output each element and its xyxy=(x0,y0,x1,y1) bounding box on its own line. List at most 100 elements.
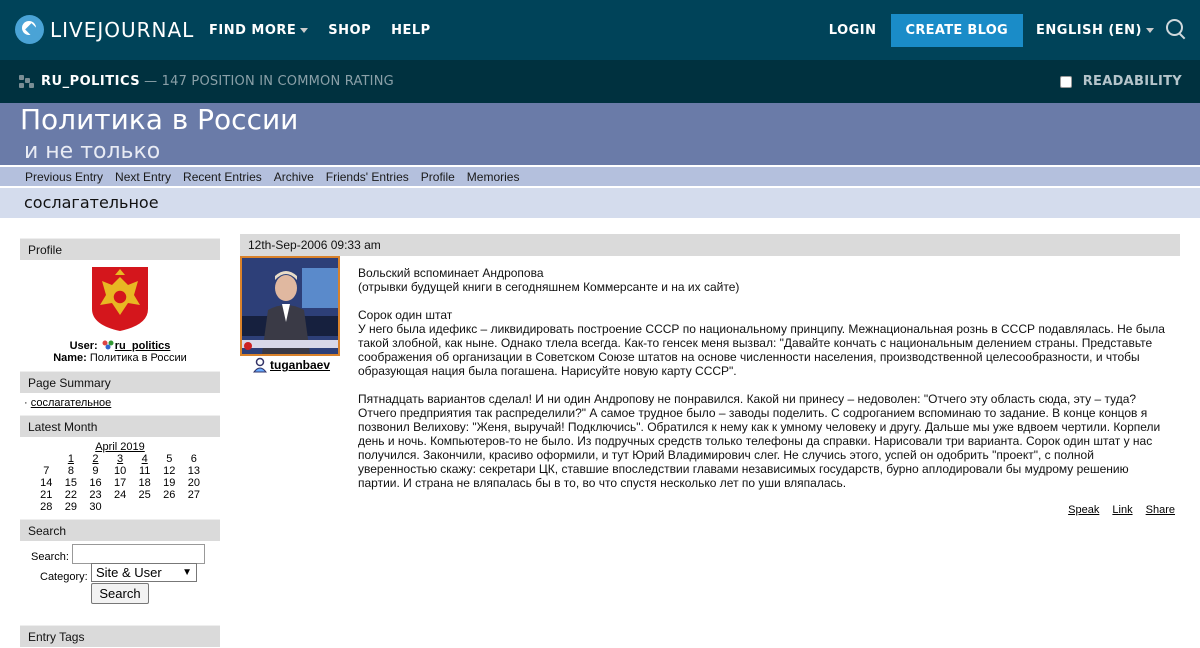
readability-label: READABILITY xyxy=(1082,74,1182,89)
entry-paragraph: Сорок один штат У него была идефикс – ли… xyxy=(358,308,1165,378)
readability-toggle[interactable]: READABILITY xyxy=(1059,60,1182,103)
userpic[interactable] xyxy=(240,256,340,356)
coat-of-arms-icon[interactable] xyxy=(90,265,150,333)
calendar-day: 5 xyxy=(166,453,173,465)
calendar-day: 7 xyxy=(43,465,50,477)
category-select[interactable]: Site & User ▼ xyxy=(91,563,197,582)
name-value: Политика в России xyxy=(89,352,187,364)
journal-name-link[interactable]: RU_POLITICS xyxy=(41,74,140,89)
calendar-day: 6 xyxy=(190,453,197,465)
calendar-day: 8 xyxy=(67,465,74,477)
search-icon[interactable] xyxy=(1166,19,1186,41)
journal-title: Политика в России xyxy=(20,103,299,136)
help-link[interactable]: HELP xyxy=(391,23,431,38)
calendar-day: 18 xyxy=(138,477,151,489)
entry-actions: Speak Link Share xyxy=(1058,504,1175,516)
journal-subtitle: и не только xyxy=(24,139,161,164)
nav-memories[interactable]: Memories xyxy=(467,170,520,184)
calendar-day: 15 xyxy=(64,477,78,489)
logo-text: LIVEJOURNAL xyxy=(50,17,195,42)
user-icon xyxy=(252,357,268,373)
calendar-day[interactable]: 2 xyxy=(83,453,108,465)
calendar-day: 13 xyxy=(187,465,200,477)
search-button[interactable]: Search xyxy=(91,583,149,604)
calendar-day: 19 xyxy=(163,477,176,489)
calendar-empty-cell xyxy=(182,501,207,513)
calendar-day: 10 xyxy=(113,465,127,477)
language-selector[interactable]: ENGLISH (EN) xyxy=(1036,23,1154,38)
search-label: Search: xyxy=(31,551,69,563)
nav-previous-entry[interactable]: Previous Entry xyxy=(25,170,103,184)
search-heading: Search xyxy=(20,519,220,541)
journal-rating[interactable]: — 147 POSITION IN COMMON RATING xyxy=(144,74,394,89)
search-form: Search: Category: Site & User ▼ Search xyxy=(20,541,220,625)
create-blog-button[interactable]: CREATE BLOG xyxy=(890,13,1024,47)
calendar-empty-cell xyxy=(157,501,182,513)
nav-friends-entries[interactable]: Friends' Entries xyxy=(326,170,409,184)
calendar-day: 23 xyxy=(89,489,102,501)
entry-body: Вольский вспоминает Андропова (отрывки б… xyxy=(358,266,1170,504)
link-link[interactable]: Link xyxy=(1112,504,1132,516)
calendar-empty-cell xyxy=(108,501,133,513)
entry-paragraph: Пятнадцать вариантов сделал! И ни один А… xyxy=(358,392,1161,490)
language-label: ENGLISH (EN) xyxy=(1036,22,1142,38)
calendar-day: 25 xyxy=(138,489,151,501)
poster-link[interactable]: tuganbaev xyxy=(270,358,330,372)
journal-bar: RU_POLITICS — 147 POSITION IN COMMON RAT… xyxy=(0,60,1200,103)
top-navigation: LIVEJOURNAL FIND MORE SHOP HELP LOGIN CR… xyxy=(0,0,1200,60)
profile-box: User: ru_politics Name: Политика в Росси… xyxy=(20,260,220,371)
calendar-day: 24 xyxy=(113,489,127,501)
user-label: User: xyxy=(69,340,98,352)
journal-info: RU_POLITICS — 147 POSITION IN COMMON RAT… xyxy=(19,60,394,103)
calendar-day: 17 xyxy=(113,477,127,489)
calendar-day: 30 xyxy=(89,501,102,513)
nav-recent-entries[interactable]: Recent Entries xyxy=(183,170,262,184)
calendar-day: 11 xyxy=(138,465,151,477)
chevron-down-icon xyxy=(300,27,309,33)
calendar-grid: 1 2 3 4 5 6 7 8 9 10 11 12 13 14 15 16 17 18 19 20 21 22 23 24 2… xyxy=(20,453,220,513)
summary-entry-link[interactable]: сослагательное xyxy=(31,397,112,409)
community-user-icon xyxy=(101,339,115,351)
calendar-day: 16 xyxy=(89,477,102,489)
page-summary: · сослагательное xyxy=(24,397,112,409)
sidebar: Profile User: ru_politics Name: Политика… xyxy=(20,238,220,647)
journal-header: Политика в России и не только xyxy=(0,103,1200,165)
account-controls: LOGIN CREATE BLOG ENGLISH (EN) xyxy=(829,0,1186,60)
speak-link[interactable]: Speak xyxy=(1068,504,1099,516)
nav-profile[interactable]: Profile xyxy=(421,170,455,184)
livejournal-logo[interactable]: LIVEJOURNAL xyxy=(15,15,194,44)
name-label: Name: xyxy=(53,352,87,364)
calendar: April 2019 1 2 3 4 5 6 7 8 9 10 11 12 13 14 15 16 17 18 19… xyxy=(20,437,220,519)
journal-nav: Previous Entry Next Entry Recent Entries… xyxy=(0,167,1200,186)
dropdown-arrow-icon: ▼ xyxy=(182,567,192,578)
profile-name: Name: Политика в России xyxy=(20,352,220,364)
login-link[interactable]: LOGIN xyxy=(829,23,877,38)
entry-date: 12th-Sep-2006 09:33 am xyxy=(240,234,1180,256)
share-link[interactable]: Share xyxy=(1146,504,1175,516)
shop-link[interactable]: SHOP xyxy=(328,23,371,38)
calendar-day: 12 xyxy=(163,465,176,477)
user-link[interactable]: ru_politics xyxy=(115,340,171,352)
main-menu: FIND MORE SHOP HELP xyxy=(209,0,451,60)
community-icon xyxy=(19,74,35,89)
calendar-day[interactable]: 4 xyxy=(132,453,157,465)
page-title: сослагательное xyxy=(24,193,159,212)
nav-next-entry[interactable]: Next Entry xyxy=(115,170,171,184)
entry-paragraph: Вольский вспоминает Андропова (отрывки б… xyxy=(358,266,740,294)
readability-checkbox[interactable] xyxy=(1059,75,1072,88)
calendar-day[interactable]: 1 xyxy=(59,453,84,465)
calendar-day: 22 xyxy=(64,489,78,501)
nav-archive[interactable]: Archive xyxy=(274,170,314,184)
entry-tags-heading: Entry Tags xyxy=(20,625,220,647)
calendar-month-link[interactable]: April 2019 xyxy=(20,441,220,453)
calendar-day[interactable]: 3 xyxy=(108,453,133,465)
calendar-day: 14 xyxy=(40,477,53,489)
calendar-day: 21 xyxy=(40,489,53,501)
find-more-menu[interactable]: FIND MORE xyxy=(209,23,309,38)
page-summary-heading: Page Summary xyxy=(20,371,220,393)
calendar-day: 28 xyxy=(40,501,53,513)
userpic-image xyxy=(242,258,338,354)
profile-user: User: ru_politics xyxy=(20,339,220,352)
chevron-down-icon xyxy=(1146,27,1154,33)
search-input[interactable] xyxy=(72,544,205,564)
